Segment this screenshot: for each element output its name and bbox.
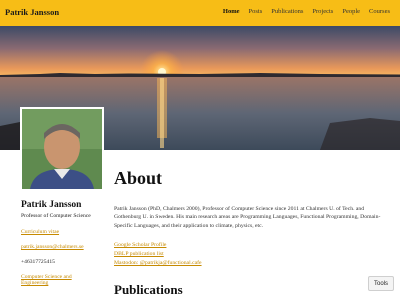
mastodon-link[interactable]: Mastodon: @patrikja@functional.cafe bbox=[114, 259, 202, 268]
tools-button[interactable]: Tools bbox=[368, 276, 394, 291]
about-bio: Patrik Jansson (PhD, Chalmers 2000), Pro… bbox=[114, 206, 381, 229]
nav-item-publications[interactable]: Publications bbox=[271, 8, 303, 15]
profile-name: Patrik Jansson bbox=[21, 200, 82, 210]
department-link-line2[interactable]: Engineering bbox=[21, 280, 111, 286]
profile-sidebar: Patrik Jansson Professor of Computer Sci… bbox=[21, 200, 111, 286]
dblp-link[interactable]: DBLP publication list bbox=[114, 250, 202, 259]
google-scholar-link[interactable]: Google Scholar Profile bbox=[114, 241, 202, 250]
site-brand[interactable]: Patrik Jansson bbox=[5, 7, 59, 17]
profile-role: Professor of Computer Science bbox=[21, 213, 91, 219]
nav-item-courses[interactable]: Courses bbox=[369, 8, 390, 15]
nav-item-projects[interactable]: Projects bbox=[312, 8, 333, 15]
publications-heading: Publications bbox=[114, 282, 183, 297]
main-content: About Patrik Jansson (PhD, Chalmers 2000… bbox=[114, 168, 392, 297]
about-heading: About bbox=[114, 168, 163, 188]
nav-item-home[interactable]: Home bbox=[223, 8, 240, 15]
profile-photo bbox=[20, 107, 104, 191]
profile-links: Google Scholar Profile DBLP publication … bbox=[114, 241, 202, 268]
cv-link[interactable]: Curriculum vitae bbox=[21, 229, 111, 235]
navbar: Patrik Jansson Home Posts Publications P… bbox=[0, 0, 400, 26]
phone-number: +46317725415 bbox=[21, 259, 55, 265]
nav-item-people[interactable]: People bbox=[342, 8, 360, 15]
email-link[interactable]: patrik.jansson@chalmers.se bbox=[21, 244, 111, 250]
nav-menu: Home Posts Publications Projects People … bbox=[223, 8, 390, 15]
nav-item-posts[interactable]: Posts bbox=[249, 8, 263, 15]
